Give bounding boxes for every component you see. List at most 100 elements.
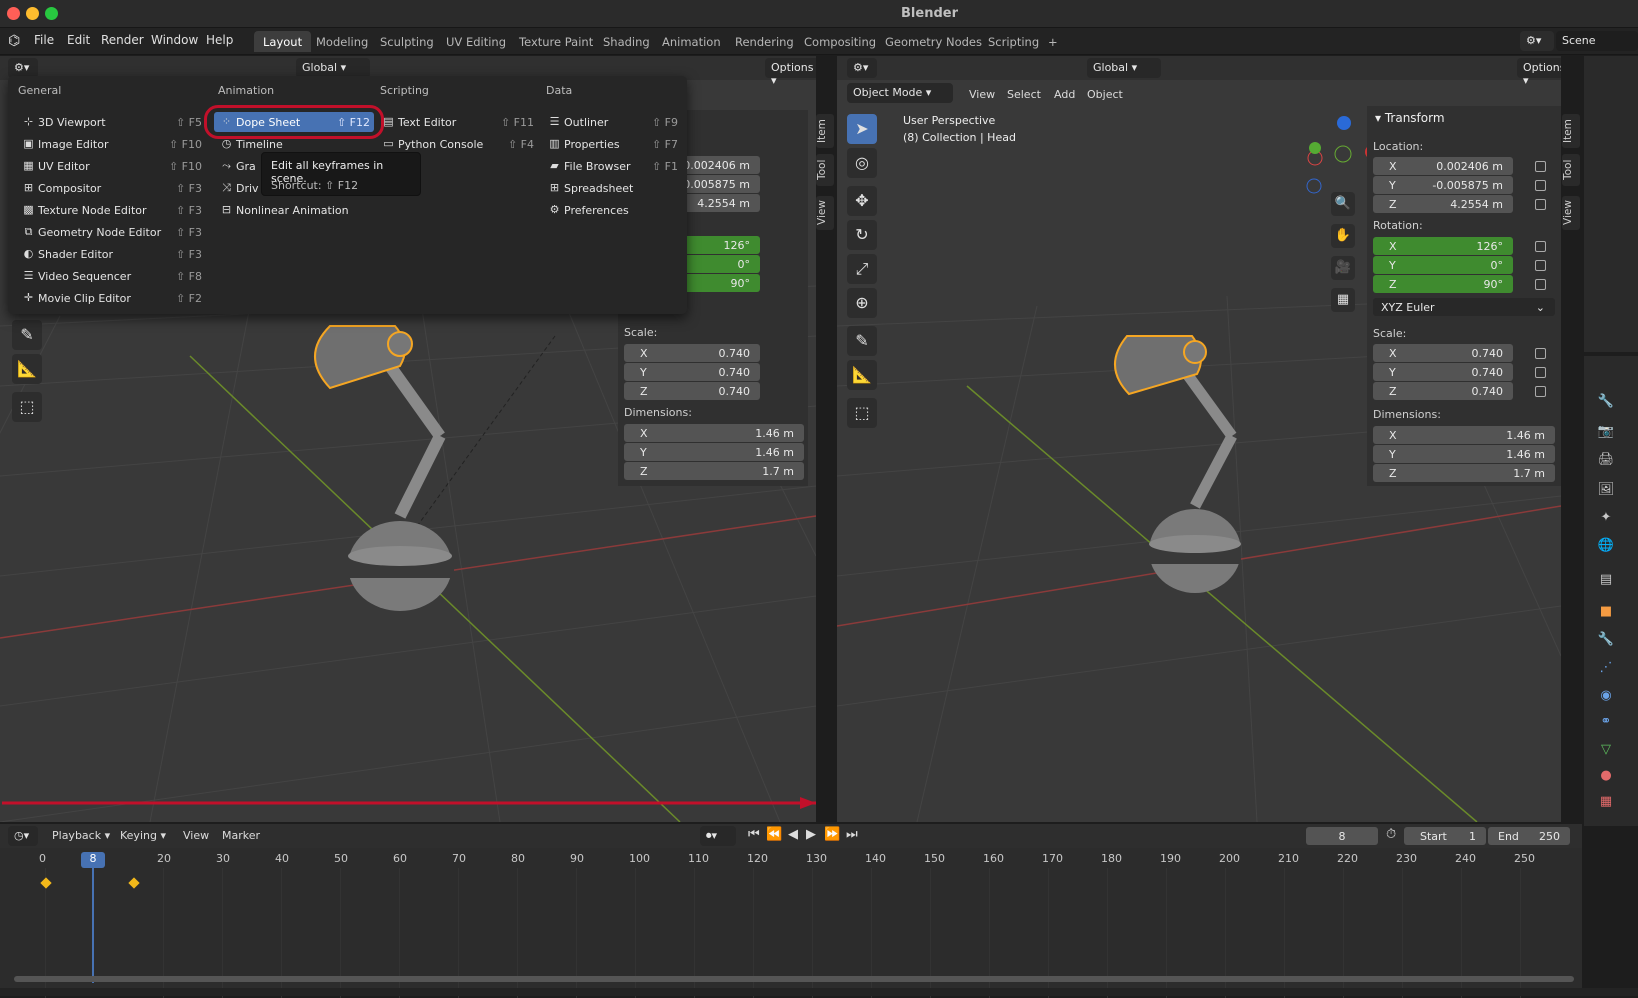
particles-properties-icon[interactable]: ⋰: [1596, 658, 1616, 678]
texture-properties-icon[interactable]: ▦: [1596, 792, 1616, 812]
left-dim-z-field[interactable]: Z 1.7 m: [624, 462, 804, 480]
jump-start-icon[interactable]: ⏮: [748, 827, 760, 842]
stopwatch-icon[interactable]: ⏱: [1386, 827, 1396, 842]
options-dropdown[interactable]: Options ▾: [1517, 58, 1561, 87]
scale-z-field[interactable]: Z 0.740: [1373, 382, 1513, 400]
left-dim-x-field[interactable]: X 1.46 m: [624, 424, 804, 442]
data-properties-icon[interactable]: ▽: [1596, 740, 1616, 760]
location-x-field[interactable]: X 0.002406 m: [1373, 157, 1513, 175]
material-properties-icon[interactable]: ●: [1596, 766, 1616, 786]
add-workspace-button[interactable]: +: [1043, 31, 1063, 52]
playhead-line[interactable]: [92, 868, 94, 983]
tab-uv-editing[interactable]: UV Editing: [437, 31, 515, 52]
menu-item-text-editor[interactable]: ▤ Text Editor ⇧ F11: [376, 112, 538, 132]
keyframe-marker[interactable]: [40, 877, 52, 889]
add-cube-icon[interactable]: ⬚: [847, 398, 877, 428]
hand-icon[interactable]: ✋: [1331, 224, 1355, 248]
current-frame-field[interactable]: 8: [1306, 827, 1378, 845]
left-scale-x-field[interactable]: X 0.740: [624, 344, 760, 362]
rotation-x-field[interactable]: X 126°: [1373, 237, 1513, 255]
editor-type-icon[interactable]: ⚙▾: [8, 58, 38, 78]
menu-edit[interactable]: Edit: [67, 33, 90, 47]
tab-sculpting[interactable]: Sculpting: [371, 31, 443, 52]
left-dim-y-field[interactable]: Y 1.46 m: [624, 443, 804, 461]
lock-icon[interactable]: [1535, 260, 1546, 271]
left-tab-item[interactable]: Item: [816, 114, 834, 148]
move-tool-icon[interactable]: ✥: [847, 186, 877, 216]
object-properties-icon[interactable]: ■: [1596, 602, 1616, 622]
dim-x-field[interactable]: X 1.46 m: [1373, 426, 1555, 444]
start-frame-field[interactable]: Start 1: [1404, 827, 1486, 845]
menu-item-timeline[interactable]: ◷ Timeline: [214, 134, 374, 154]
lock-icon[interactable]: [1535, 279, 1546, 290]
left-tab-tool[interactable]: Tool: [816, 154, 834, 186]
modifier-properties-icon[interactable]: 🔧: [1596, 630, 1616, 650]
menu-item-movie-clip-editor[interactable]: ✛ Movie Clip Editor ⇧ F2: [16, 288, 206, 308]
render-properties-icon[interactable]: 📷: [1596, 422, 1616, 442]
measure-icon[interactable]: 📐: [12, 354, 42, 384]
add-cube-icon[interactable]: ⬚: [12, 392, 42, 422]
menu-view[interactable]: View: [969, 88, 995, 101]
location-z-field[interactable]: Z 4.2554 m: [1373, 195, 1513, 213]
menu-item-spreadsheet[interactable]: ⊞ Spreadsheet: [542, 178, 682, 198]
rotation-z-field[interactable]: Z 90°: [1373, 275, 1513, 293]
end-frame-field[interactable]: End 250: [1488, 827, 1570, 845]
tab-layout[interactable]: Layout: [254, 31, 312, 52]
output-properties-icon[interactable]: 🖨: [1596, 450, 1616, 470]
blender-logo-icon[interactable]: ⌬: [8, 33, 20, 49]
menu-add[interactable]: Add: [1054, 88, 1075, 101]
options-dropdown[interactable]: Options ▾: [765, 58, 816, 87]
tab-geometry-nodes[interactable]: Geometry Nodes: [876, 31, 991, 52]
menu-item-file-browser[interactable]: ▰ File Browser ⇧ F1: [542, 156, 682, 176]
menu-item-nonlinear-animation[interactable]: ⊟ Nonlinear Animation: [214, 200, 374, 220]
zoom-icon[interactable]: 🔍: [1331, 192, 1355, 216]
jump-end-icon[interactable]: ⏭: [846, 827, 858, 842]
editor-type-icon[interactable]: ⚙▾: [847, 58, 877, 78]
properties-strip[interactable]: 🔧 📷 🖨 🖼 ✦ 🌐 ▤ ■ 🔧 ⋰ ◉ ⚭ ▽ ● ▦: [1584, 356, 1638, 826]
menu-file[interactable]: File: [34, 33, 54, 47]
left-scale-y-field[interactable]: Y 0.740: [624, 363, 760, 381]
tab-compositing[interactable]: Compositing: [795, 31, 885, 52]
right-tab-item[interactable]: Item: [1562, 114, 1580, 148]
menu-item-python-console[interactable]: ▭ Python Console ⇧ F4: [376, 134, 538, 154]
menu-item-uv-editor[interactable]: ▦ UV Editor ⇧ F10: [16, 156, 206, 176]
outliner-strip[interactable]: [1584, 56, 1638, 352]
tab-scripting[interactable]: Scripting: [979, 31, 1048, 52]
menu-select[interactable]: Select: [1007, 88, 1041, 101]
scene-selector-icon[interactable]: ⚙▾: [1520, 31, 1554, 51]
view-layer-icon[interactable]: 🖼: [1596, 480, 1616, 500]
menu-item-outliner[interactable]: ☰ Outliner ⇧ F9: [542, 112, 682, 132]
right-tab-view[interactable]: View: [1562, 196, 1580, 230]
next-key-icon[interactable]: ⏩: [824, 827, 840, 842]
location-y-field[interactable]: Y -0.005875 m: [1373, 176, 1513, 194]
menu-item-preferences[interactable]: ⚙ Preferences: [542, 200, 682, 220]
scale-icon[interactable]: ⤢: [847, 254, 877, 284]
orientation-dropdown[interactable]: Global ▾: [1087, 58, 1161, 78]
scene-name-field[interactable]: Scene: [1556, 31, 1638, 51]
tab-rendering[interactable]: Rendering: [726, 31, 803, 52]
orientation-dropdown[interactable]: Global ▾: [296, 58, 370, 78]
annotate-icon[interactable]: ✎: [12, 320, 42, 350]
menu-keying[interactable]: Keying ▾: [120, 829, 166, 842]
menu-item-geometry-node-editor[interactable]: ⧉ Geometry Node Editor ⇧ F3: [16, 222, 206, 242]
menu-item-properties[interactable]: ▥ Properties ⇧ F7: [542, 134, 682, 154]
tab-animation[interactable]: Animation: [653, 31, 730, 52]
lock-icon[interactable]: [1535, 386, 1546, 397]
transform-panel-title[interactable]: ▾ Transform: [1375, 111, 1445, 125]
cursor-icon[interactable]: ◎: [847, 148, 877, 178]
menu-playback[interactable]: Playback ▾: [52, 829, 110, 842]
left-tab-view[interactable]: View: [816, 196, 834, 230]
timeline-body[interactable]: 0 20 30 40 50 60 70 80 90 100 110 120 130 140 150 160 17…: [0, 848, 1582, 998]
select-tool-icon[interactable]: ➤: [847, 114, 877, 144]
timeline-editor-type-icon[interactable]: ◷▾: [8, 826, 38, 846]
lock-icon[interactable]: [1535, 199, 1546, 210]
tab-modeling[interactable]: Modeling: [307, 31, 377, 52]
tab-texture-paint[interactable]: Texture Paint: [510, 31, 602, 52]
physics-properties-icon[interactable]: ◉: [1596, 686, 1616, 706]
lock-icon[interactable]: [1535, 161, 1546, 172]
menu-window[interactable]: Window: [151, 33, 198, 47]
record-button[interactable]: ⏺▾: [700, 826, 736, 846]
play-icon[interactable]: ▶: [806, 827, 816, 842]
tab-shading[interactable]: Shading: [594, 31, 659, 52]
menu-item-video-sequencer[interactable]: ☰ Video Sequencer ⇧ F8: [16, 266, 206, 286]
